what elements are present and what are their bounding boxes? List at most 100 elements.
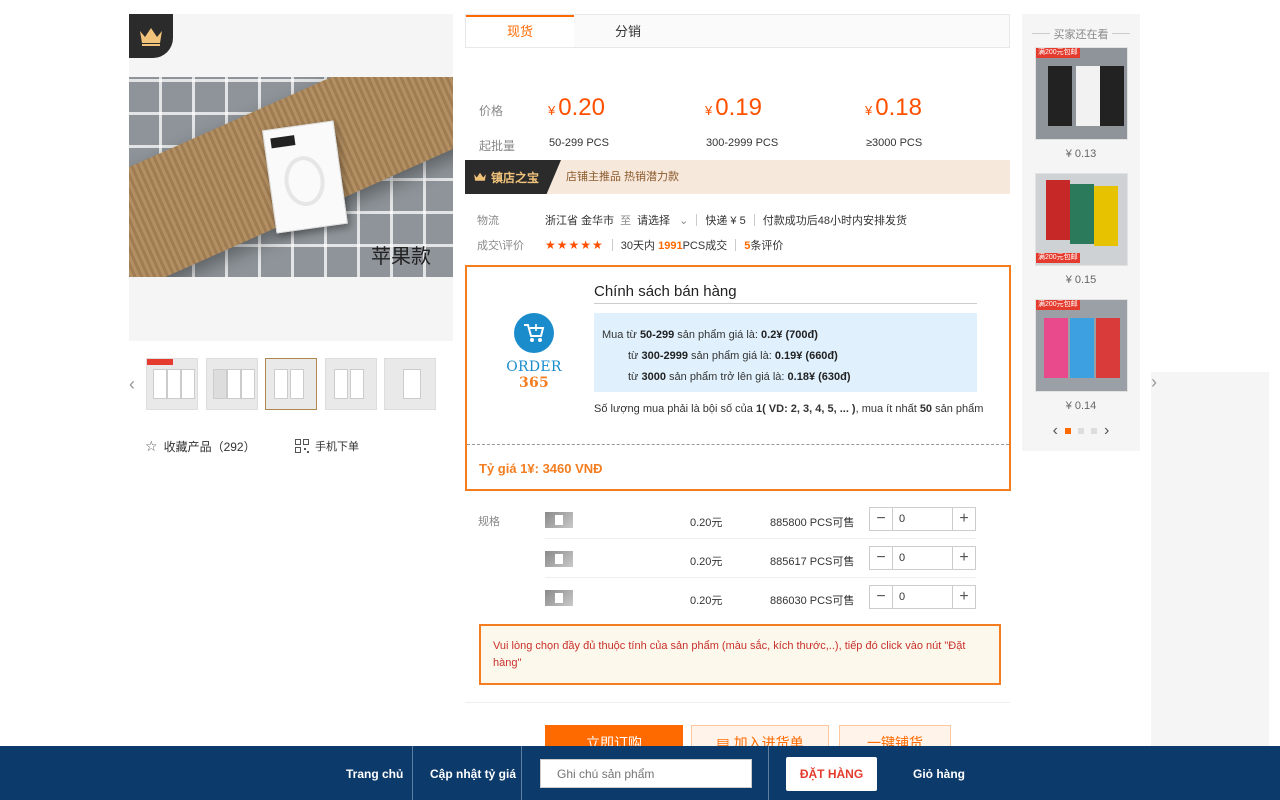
page-dot[interactable] [1078,428,1084,434]
price-label: 价格 [479,104,504,118]
page-dot[interactable] [1065,428,1071,434]
policy-tiers: Mua từ 50-299 sản phẩm giá là: 0.2¥ (700… [594,313,977,392]
recommend-price: ¥ 0.13 [1065,148,1097,160]
thumbnail-strip: ‹ › [129,358,1269,800]
spec-price: 0.20元 [690,556,723,568]
product-note-input[interactable] [540,759,752,788]
plus-button[interactable]: + [953,508,975,530]
exchange-rate: Tỷ giá 1¥: 3460 VNĐ [479,461,603,476]
dispatch-note: 付款成功后48小时内安排发货 [762,215,907,227]
thumbnail[interactable] [146,358,198,410]
recommendations: 买家还在看 满200元包邮 ¥ 0.13 满200元包邮 ¥ 0.15 满200… [1022,14,1140,451]
tab-in-stock[interactable]: 现货 [466,15,574,47]
thumbnail[interactable] [206,358,258,410]
cart-icon [514,313,554,353]
star-outline-icon: ☆ [145,438,158,454]
sales-policy-box: ORDER 365 Chính sách bán hàng Mua từ 50-… [465,265,1011,491]
shop-slogan: 店铺主推品 热销潜力款 [566,171,680,183]
destination-select[interactable]: 请选择 ⌄ [637,212,688,228]
rating-stars: ★★★★★ [545,238,604,252]
tier-price: ¥0.20 [548,94,605,121]
chevron-down-icon: ⌄ [679,215,689,227]
product-photo: 苹果款 [129,77,453,277]
minus-button[interactable]: − [870,508,892,530]
thumbnail[interactable] [384,358,436,410]
quantity-stepper: − 0 + [869,507,976,531]
shop-badge: 镇店之宝 [465,160,561,194]
spec-thumbnail[interactable] [545,551,573,567]
recommend-item[interactable]: 满200元包邮 [1035,173,1128,266]
spec-row: 0.20元 885617 PCS可售 − 0 + [545,539,976,578]
favorite-button[interactable]: ☆ 收藏产品（292） [145,438,256,455]
spec-thumbnail[interactable] [545,590,573,606]
tab-distribution[interactable]: 分销 [574,15,682,47]
policy-tier: Mua từ 50-299 sản phẩm giá là: 0.2¥ (700… [602,329,818,341]
tier-qty: ≥3000 PCS [866,137,923,149]
price-block: 价格 起批量 ¥0.20 50-299 PCS ¥0.19 300-2999 P… [465,48,1010,158]
mobile-order-label: 手机下单 [315,441,359,453]
recommend-item[interactable]: 满200元包邮 [1035,299,1128,392]
update-rate-link[interactable]: Cập nhật tỷ giá [430,746,516,800]
recommend-pagination: ‹ › [1022,422,1140,440]
minus-button[interactable]: − [870,547,892,569]
tab-bar: 现货 分销 [465,14,1010,48]
plus-button[interactable]: + [953,547,975,569]
spec-price: 0.20元 [690,517,723,529]
tier-price: ¥0.18 [865,94,922,121]
chevron-right-icon[interactable]: › [1151,372,1269,800]
page-dot[interactable] [1091,428,1097,434]
photo-caption: 苹果款 [371,244,431,268]
policy-title: Chính sách bán hàng [594,283,977,304]
chevron-left-icon[interactable]: ‹ [1053,422,1058,440]
review-count[interactable]: 5条评价 [744,237,783,253]
spec-thumbnail[interactable] [545,512,573,528]
policy-tier: từ 300-2999 sản phẩm giá là: 0.19¥ (660đ… [628,350,838,362]
chevron-left-icon[interactable]: ‹ [129,374,135,395]
moq-label: 起批量 [479,139,516,153]
shipping-fee: 快递 ¥ 5 [705,215,746,227]
order365-logo: ORDER 365 [489,313,579,391]
product-gallery: 苹果款 ‹ › ☆ 收藏产品（292） 手机下单 [129,14,1269,800]
ship-origin: 浙江省 金华市 [545,215,615,227]
recommend-price: ¥ 0.15 [1065,274,1097,286]
chevron-right-icon[interactable]: › [1104,422,1109,440]
main-product-image[interactable]: 苹果款 [129,14,453,341]
logistics-row: 物流 浙江省 金华市 至 请选择 ⌄ 快递 ¥ 5 付款成功后48小时内安排发货 [477,212,907,228]
qr-code-icon [295,439,309,453]
spec-label: 规格 [478,516,500,528]
spec-stock: 885800 PCS可售 [770,517,855,529]
place-order-button[interactable]: ĐẶT HÀNG [786,757,877,791]
quantity-input[interactable]: 0 [892,508,953,530]
recommend-item[interactable]: 满200元包邮 [1035,47,1128,140]
quantity-input[interactable]: 0 [892,586,953,608]
spec-stock: 886030 PCS可售 [770,595,855,607]
quantity-stepper: − 0 + [869,585,976,609]
tier-qty: 300-2999 PCS [706,137,779,149]
quantity-stepper: − 0 + [869,546,976,570]
spec-stock: 885617 PCS可售 [770,556,855,568]
crown-icon [474,172,486,181]
spec-row: 0.20元 885800 PCS可售 − 0 + [545,500,976,539]
quantity-input[interactable]: 0 [892,547,953,569]
minus-button[interactable]: − [870,586,892,608]
favorite-label: 收藏产品（292） [163,440,256,454]
shop-treasure-banner: 镇店之宝 店铺主推品 热销潜力款 [465,160,1010,194]
tier-qty: 50-299 PCS [549,137,609,149]
mobile-order-button[interactable]: 手机下单 [295,438,359,454]
order-toolbar: Trang chủ Cập nhật tỷ giá ĐẶT HÀNG Giỏ h… [0,746,1280,800]
cart-link[interactable]: Giỏ hàng [913,746,965,800]
crown-icon [129,14,173,58]
recommend-title: 买家还在看 [1022,26,1140,42]
thumbnail[interactable] [325,358,377,410]
policy-tier: từ 3000 sản phẩm trở lên giá là: 0.18¥ (… [628,371,851,383]
sales-count: 30天内 1991PCS成交 [620,240,728,252]
product-info: 现货 分销 价格 起批量 ¥0.20 50-299 PCS ¥0.19 300-… [465,14,1011,761]
tier-price: ¥0.19 [705,94,762,121]
home-link[interactable]: Trang chủ [346,746,403,800]
spec-price: 0.20元 [690,595,723,607]
attribute-warning: Vui lòng chọn đầy đủ thuộc tính của sản … [479,624,1001,685]
spec-row: 0.20元 886030 PCS可售 − 0 + [545,578,976,617]
thumbnail[interactable] [265,358,317,410]
reviews-row: 成交\评价 ★★★★★ 30天内 1991PCS成交 5条评价 [477,237,784,253]
plus-button[interactable]: + [953,586,975,608]
